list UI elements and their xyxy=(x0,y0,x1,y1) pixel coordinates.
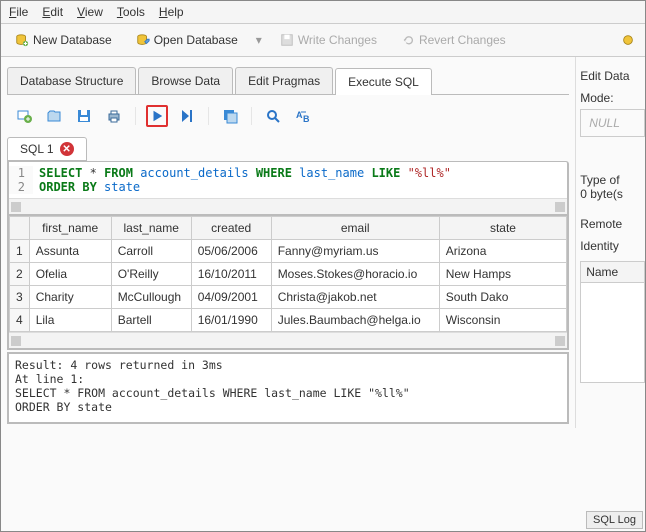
col-first-name[interactable]: first_name xyxy=(29,217,111,240)
new-sql-tab-icon[interactable] xyxy=(13,105,35,127)
results-table: first_name last_name created email state… xyxy=(7,216,569,350)
cell-last-name[interactable]: Bartell xyxy=(111,309,191,332)
code-line: ORDER BY state xyxy=(33,180,140,194)
cell-first-name[interactable]: Lila xyxy=(29,309,111,332)
line-number: 1 xyxy=(9,166,33,180)
table-row[interactable]: 2OfeliaO'Reilly16/10/2011Moses.Stokes@ho… xyxy=(10,263,567,286)
sql-tab-1[interactable]: SQL 1 ✕ xyxy=(7,137,87,161)
type-label: Type of xyxy=(580,173,645,187)
write-changes-label: Write Changes xyxy=(298,33,377,47)
col-created[interactable]: created xyxy=(191,217,271,240)
open-sql-file-icon[interactable] xyxy=(43,105,65,127)
main-tab-bar: Database Structure Browse Data Edit Prag… xyxy=(7,67,569,95)
cell-first-name[interactable]: Assunta xyxy=(29,240,111,263)
cell-first-name[interactable]: Ofelia xyxy=(29,263,111,286)
cell-last-name[interactable]: O'Reilly xyxy=(111,263,191,286)
menu-help[interactable]: Help xyxy=(159,5,184,19)
line-number: 2 xyxy=(9,180,33,194)
cell-created[interactable]: 04/09/2001 xyxy=(191,286,271,309)
sql-editor[interactable]: 1 SELECT * FROM account_details WHERE la… xyxy=(7,161,569,216)
cell-last-name[interactable]: McCullough xyxy=(111,286,191,309)
separator xyxy=(135,107,136,125)
remote-header: Remote xyxy=(580,217,645,231)
sql-toolbar: AB xyxy=(7,95,569,137)
table-row[interactable]: 4LilaBartell16/01/1990Jules.Baumbach@hel… xyxy=(10,309,567,332)
revert-changes-label: Revert Changes xyxy=(419,33,506,47)
right-panel: Edit Data Mode: NULL Type of 0 byte(s Re… xyxy=(575,57,645,428)
save-sql-icon[interactable] xyxy=(73,105,95,127)
table-row[interactable]: 1AssuntaCarroll05/06/2006Fanny@myriam.us… xyxy=(10,240,567,263)
identity-label: Identity xyxy=(580,239,645,253)
new-database-button[interactable]: New Database xyxy=(9,30,118,50)
cell-state[interactable]: Wisconsin xyxy=(439,309,567,332)
mode-label: Mode: xyxy=(580,91,645,105)
write-changes-button: Write Changes xyxy=(274,30,383,50)
cell-email[interactable]: Jules.Baumbach@helga.io xyxy=(271,309,439,332)
col-state[interactable]: state xyxy=(439,217,567,240)
row-number: 3 xyxy=(10,286,30,309)
save-results-icon[interactable] xyxy=(219,105,241,127)
tab-execute-sql[interactable]: Execute SQL xyxy=(335,68,432,95)
cell-created[interactable]: 16/10/2011 xyxy=(191,263,271,286)
cell-created[interactable]: 16/01/1990 xyxy=(191,309,271,332)
cell-created[interactable]: 05/06/2006 xyxy=(191,240,271,263)
tab-database-structure[interactable]: Database Structure xyxy=(7,67,136,94)
main-toolbar: New Database Open Database ▾ Write Chang… xyxy=(1,24,645,57)
menu-bar: File Edit View Tools Help xyxy=(1,1,645,24)
code-line: SELECT * FROM account_details WHERE last… xyxy=(33,166,451,180)
remote-list[interactable] xyxy=(580,283,645,383)
database-new-icon xyxy=(15,33,29,47)
separator xyxy=(208,107,209,125)
col-email[interactable]: email xyxy=(271,217,439,240)
cell-email[interactable]: Fanny@myriam.us xyxy=(271,240,439,263)
extra-button[interactable] xyxy=(615,30,641,50)
cell-state[interactable]: New Hamps xyxy=(439,263,567,286)
cell-email[interactable]: Christa@jakob.net xyxy=(271,286,439,309)
save-icon xyxy=(280,33,294,47)
menu-view[interactable]: View xyxy=(77,5,103,19)
execute-line-icon[interactable] xyxy=(176,105,198,127)
close-icon[interactable]: ✕ xyxy=(60,142,74,156)
revert-icon xyxy=(401,33,415,47)
tab-edit-pragmas[interactable]: Edit Pragmas xyxy=(235,67,333,94)
edit-cell-header: Edit Data xyxy=(580,69,645,83)
row-header-blank xyxy=(10,217,30,240)
separator xyxy=(251,107,252,125)
col-last-name[interactable]: last_name xyxy=(111,217,191,240)
cell-state[interactable]: Arizona xyxy=(439,240,567,263)
menu-file[interactable]: File xyxy=(9,5,28,19)
execute-button[interactable] xyxy=(146,105,168,127)
size-label: 0 byte(s xyxy=(580,187,645,201)
row-number: 4 xyxy=(10,309,30,332)
menu-tools[interactable]: Tools xyxy=(117,5,145,19)
menu-edit[interactable]: Edit xyxy=(42,5,63,19)
result-log[interactable]: Result: 4 rows returned in 3ms At line 1… xyxy=(7,352,569,424)
cell-first-name[interactable]: Charity xyxy=(29,286,111,309)
open-database-label: Open Database xyxy=(154,33,238,47)
cell-value[interactable]: NULL xyxy=(580,109,645,137)
svg-text:B: B xyxy=(303,114,310,124)
sql-tab-label: SQL 1 xyxy=(20,142,54,156)
row-number: 1 xyxy=(10,240,30,263)
row-number: 2 xyxy=(10,263,30,286)
open-database-dropdown[interactable]: ▾ xyxy=(256,33,262,47)
find-replace-icon[interactable]: AB xyxy=(292,105,314,127)
table-row[interactable]: 3CharityMcCullough04/09/2001Christa@jako… xyxy=(10,286,567,309)
cell-last-name[interactable]: Carroll xyxy=(111,240,191,263)
gear-icon xyxy=(621,33,635,47)
name-column-header: Name xyxy=(580,261,645,283)
new-database-label: New Database xyxy=(33,33,112,47)
revert-changes-button: Revert Changes xyxy=(395,30,512,50)
database-open-icon xyxy=(136,33,150,47)
tab-browse-data[interactable]: Browse Data xyxy=(138,67,233,94)
cell-state[interactable]: South Dako xyxy=(439,286,567,309)
open-database-button[interactable]: Open Database xyxy=(130,30,244,50)
cell-email[interactable]: Moses.Stokes@horacio.io xyxy=(271,263,439,286)
print-icon[interactable] xyxy=(103,105,125,127)
find-icon[interactable] xyxy=(262,105,284,127)
horizontal-scrollbar[interactable] xyxy=(9,332,567,348)
horizontal-scrollbar[interactable] xyxy=(9,198,567,214)
